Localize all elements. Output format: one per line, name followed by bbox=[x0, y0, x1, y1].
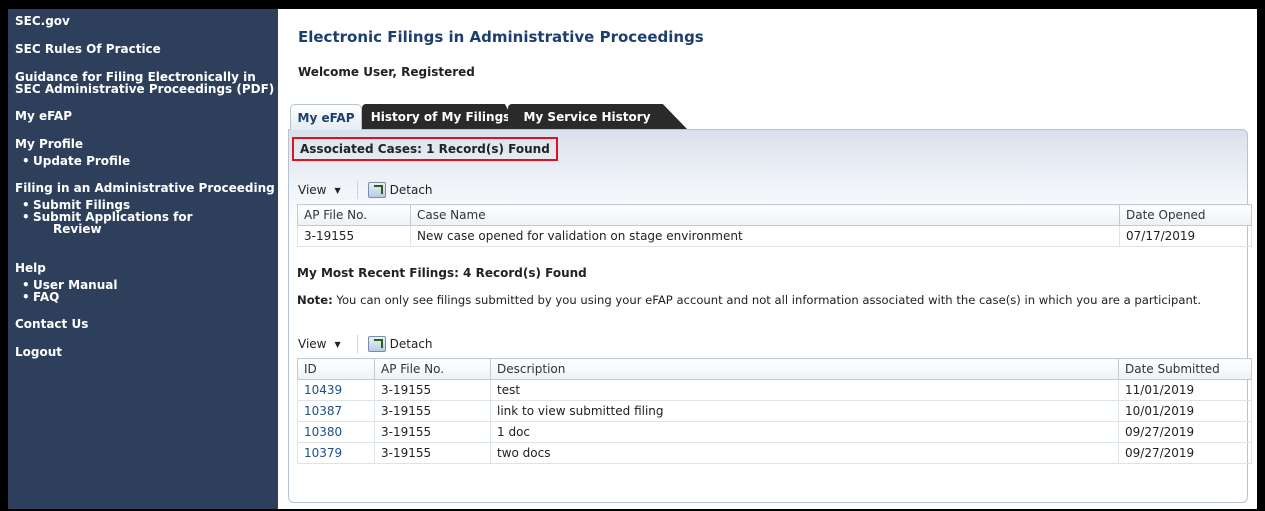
tab-my-service-history[interactable]: My Service History bbox=[508, 104, 688, 130]
table-row[interactable]: 10379 3-19155 two docs 09/27/2019 bbox=[297, 442, 1252, 464]
note-label: Note: bbox=[297, 293, 333, 307]
detach-label: Detach bbox=[389, 183, 433, 197]
associated-cases-toolbar: View ▼ Detach bbox=[298, 179, 433, 201]
nav-my-profile[interactable]: My Profile bbox=[15, 138, 278, 151]
toolbar-divider bbox=[356, 335, 358, 353]
cell-case-name: New case opened for validation on stage … bbox=[410, 225, 1120, 247]
nav-my-efap[interactable]: My eFAP bbox=[15, 110, 278, 123]
tab-my-efap[interactable]: My eFAP bbox=[290, 104, 362, 130]
detach-button[interactable]: Detach bbox=[367, 182, 433, 198]
column-header-description[interactable]: Description bbox=[490, 358, 1119, 380]
cell-date-submitted: 11/01/2019 bbox=[1118, 379, 1252, 401]
toolbar-divider bbox=[356, 181, 358, 199]
app-window: SEC.gov SEC Rules Of Practice Guidance f… bbox=[8, 9, 1257, 509]
nav-filing-admin-proceeding[interactable]: Filing in an Administrative Proceeding bbox=[15, 182, 278, 195]
cell-ap-file-no: 3-19155 bbox=[374, 379, 491, 401]
nav-help[interactable]: Help bbox=[15, 262, 278, 275]
nav-guidance-pdf[interactable]: Guidance for Filing Electronically in SE… bbox=[15, 71, 278, 95]
nav-sec-rules-of-practice[interactable]: SEC Rules Of Practice bbox=[15, 43, 278, 56]
recent-filings-table: ID AP File No. Description Date Submitte… bbox=[297, 358, 1252, 464]
nav-update-profile[interactable]: Update Profile bbox=[15, 155, 278, 167]
tab-panel-my-efap: Associated Cases: 1 Record(s) Found View… bbox=[288, 129, 1252, 503]
cell-date-submitted: 09/27/2019 bbox=[1118, 442, 1252, 464]
table-row[interactable]: 3-19155 New case opened for validation o… bbox=[297, 225, 1252, 247]
sidebar: SEC.gov SEC Rules Of Practice Guidance f… bbox=[8, 9, 278, 509]
nav-submit-applications-line2: Review bbox=[53, 222, 102, 236]
detach-label: Detach bbox=[389, 337, 433, 351]
nav-faq[interactable]: FAQ bbox=[15, 291, 278, 303]
column-header-ap-file-no[interactable]: AP File No. bbox=[297, 204, 411, 226]
recent-filings-heading: My Most Recent Filings: 4 Record(s) Foun… bbox=[297, 266, 587, 280]
cell-date-opened: 07/17/2019 bbox=[1119, 225, 1252, 247]
view-label: View bbox=[298, 183, 327, 197]
table-header-row: ID AP File No. Description Date Submitte… bbox=[297, 358, 1252, 380]
table-row[interactable]: 10380 3-19155 1 doc 09/27/2019 bbox=[297, 421, 1252, 443]
filing-id-link[interactable]: 10387 bbox=[304, 404, 342, 418]
cell-date-submitted: 09/27/2019 bbox=[1118, 421, 1252, 443]
cell-ap-file-no: 3-19155 bbox=[374, 400, 491, 422]
filing-id-link[interactable]: 10439 bbox=[304, 383, 342, 397]
cell-ap-file-no: 3-19155 bbox=[374, 421, 491, 443]
nav-contact-us[interactable]: Contact Us bbox=[15, 318, 278, 331]
main-content: Electronic Filings in Administrative Pro… bbox=[278, 9, 1257, 509]
associated-cases-heading: Associated Cases: 1 Record(s) Found bbox=[292, 137, 558, 161]
filings-note: Note: You can only see filings submitted… bbox=[297, 293, 1201, 307]
nav-guidance-line2: SEC Administrative Proceedings (PDF) bbox=[15, 82, 275, 96]
nav-logout[interactable]: Logout bbox=[15, 346, 278, 359]
view-menu-button[interactable]: View ▼ bbox=[298, 337, 341, 351]
table-row[interactable]: 10387 3-19155 link to view submitted fil… bbox=[297, 400, 1252, 422]
recent-filings-toolbar: View ▼ Detach bbox=[298, 333, 433, 355]
cell-ap-file-no: 3-19155 bbox=[297, 225, 411, 247]
tab-history-of-my-filings[interactable]: History of My Filings bbox=[362, 104, 519, 130]
nav-help-sublist: User Manual FAQ bbox=[15, 279, 278, 303]
detach-icon bbox=[367, 336, 386, 352]
view-label: View bbox=[298, 337, 327, 351]
cell-description: 1 doc bbox=[490, 421, 1119, 443]
view-menu-button[interactable]: View ▼ bbox=[298, 183, 341, 197]
filing-id-link[interactable]: 10380 bbox=[304, 425, 342, 439]
filing-id-link[interactable]: 10379 bbox=[304, 446, 342, 460]
column-header-case-name[interactable]: Case Name bbox=[410, 204, 1120, 226]
nav-sec-gov[interactable]: SEC.gov bbox=[15, 15, 278, 28]
cell-ap-file-no: 3-19155 bbox=[374, 442, 491, 464]
nav-filing-sublist: Submit Filings Submit Applications for R… bbox=[15, 199, 278, 235]
detach-button[interactable]: Detach bbox=[367, 336, 433, 352]
cell-description: link to view submitted filing bbox=[490, 400, 1119, 422]
cell-description: test bbox=[490, 379, 1119, 401]
table-header-row: AP File No. Case Name Date Opened bbox=[297, 204, 1252, 226]
nav-my-profile-sublist: Update Profile bbox=[15, 155, 278, 167]
chevron-down-icon: ▼ bbox=[334, 339, 341, 349]
cell-description: two docs bbox=[490, 442, 1119, 464]
table-row[interactable]: 10439 3-19155 test 11/01/2019 bbox=[297, 379, 1252, 401]
cell-date-submitted: 10/01/2019 bbox=[1118, 400, 1252, 422]
column-header-date-opened[interactable]: Date Opened bbox=[1119, 204, 1252, 226]
nav-submit-applications[interactable]: Submit Applications for Review bbox=[15, 211, 278, 235]
column-header-date-submitted[interactable]: Date Submitted bbox=[1118, 358, 1252, 380]
detach-icon bbox=[367, 182, 386, 198]
column-header-id[interactable]: ID bbox=[297, 358, 375, 380]
welcome-text: Welcome User, Registered bbox=[298, 65, 475, 79]
note-text: You can only see filings submitted by yo… bbox=[332, 293, 1202, 307]
column-header-ap-file-no[interactable]: AP File No. bbox=[374, 358, 491, 380]
associated-cases-table: AP File No. Case Name Date Opened 3-1915… bbox=[297, 204, 1252, 247]
page-title: Electronic Filings in Administrative Pro… bbox=[298, 28, 704, 46]
chevron-down-icon: ▼ bbox=[334, 185, 341, 195]
